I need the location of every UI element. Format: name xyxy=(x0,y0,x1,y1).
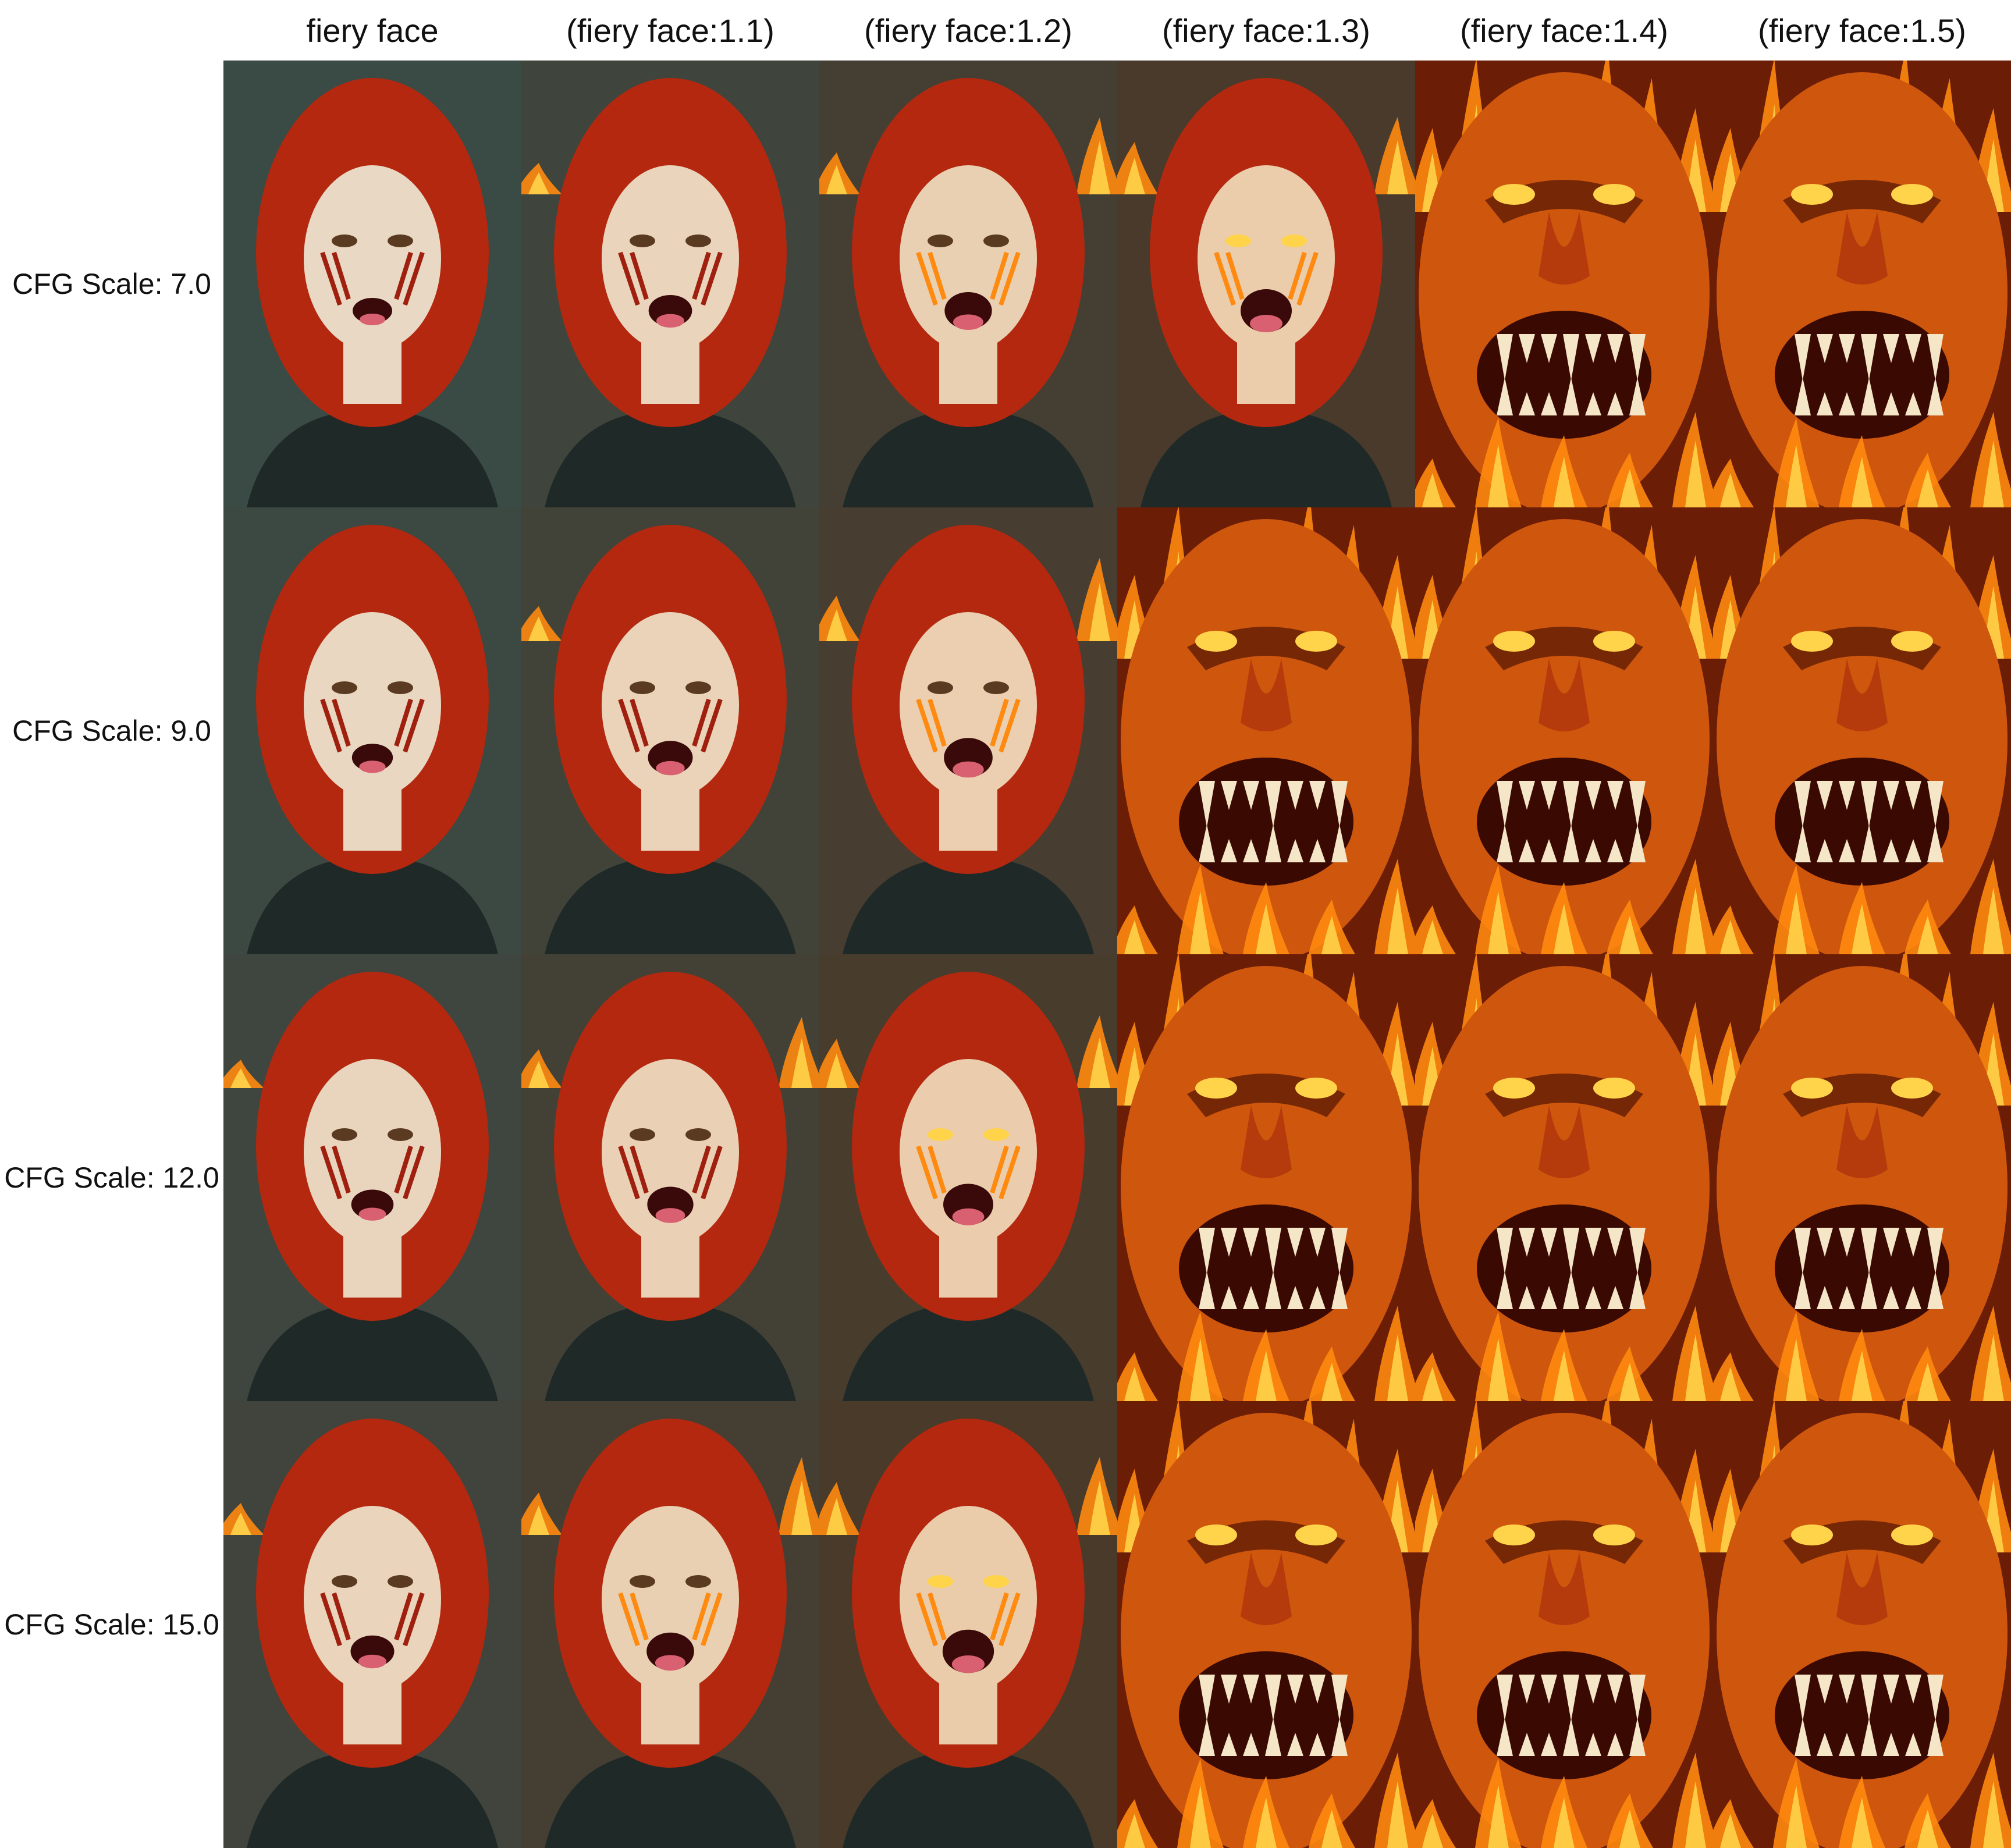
generated-image-tile xyxy=(1713,1401,2011,1848)
generated-image-tile xyxy=(1415,507,1713,954)
generated-image-tile xyxy=(223,507,521,954)
generated-image-tile xyxy=(1117,954,1415,1401)
generated-image-tile xyxy=(1117,1401,1415,1848)
generated-image-tile xyxy=(819,954,1117,1401)
row-header: CFG Scale: 7.0 xyxy=(12,268,211,300)
row-header: CFG Scale: 9.0 xyxy=(12,715,211,747)
generated-image-tile xyxy=(521,507,819,954)
row-header: CFG Scale: 12.0 xyxy=(4,1161,219,1194)
generated-image-tile xyxy=(1117,61,1415,507)
generated-image-tile xyxy=(1415,61,1713,507)
column-header: (fiery face:1.4) xyxy=(1460,12,1668,49)
generated-image-tile xyxy=(1415,1401,1713,1848)
column-header: fiery face xyxy=(306,12,439,49)
generated-image-tile xyxy=(521,61,819,507)
generated-image-tile xyxy=(819,507,1117,954)
row-header: CFG Scale: 15.0 xyxy=(4,1608,219,1641)
generated-image-tile xyxy=(819,61,1117,507)
generated-image-tile xyxy=(1117,507,1415,954)
column-header: (fiery face:1.5) xyxy=(1758,12,1966,49)
generated-image-tile xyxy=(223,1401,521,1848)
column-header: (fiery face:1.3) xyxy=(1162,12,1370,49)
generated-image-tile xyxy=(223,954,521,1401)
generated-image-tile xyxy=(521,1401,819,1848)
generated-image-tile xyxy=(521,954,819,1401)
generated-image-tile xyxy=(1713,507,2011,954)
generated-image-tile xyxy=(1713,61,2011,507)
generated-image-tile xyxy=(223,61,521,507)
generated-image-tile xyxy=(1415,954,1713,1401)
column-header: (fiery face:1.2) xyxy=(864,12,1072,49)
column-header: (fiery face:1.1) xyxy=(566,12,774,49)
generated-image-tile xyxy=(1713,954,2011,1401)
generated-image-tile xyxy=(819,1401,1117,1848)
